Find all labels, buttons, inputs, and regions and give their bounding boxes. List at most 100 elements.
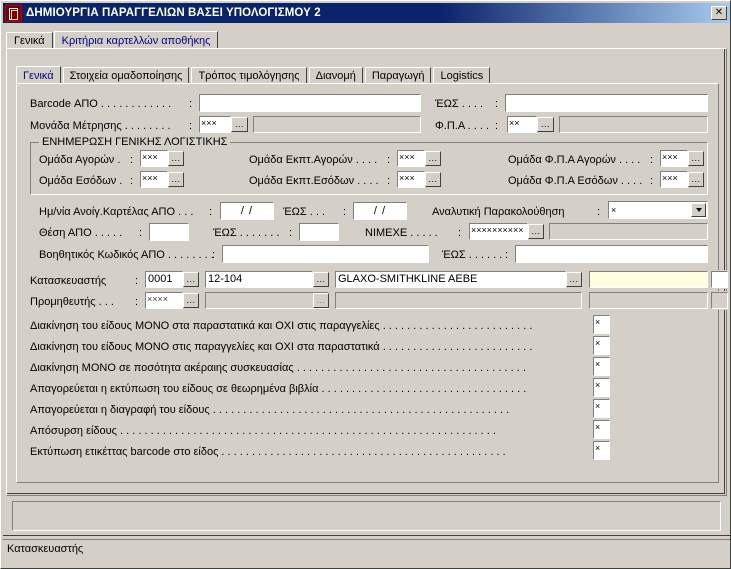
close-icon[interactable]: ✕ (711, 6, 727, 20)
open-date-from-input[interactable]: / / (219, 201, 275, 221)
barcode-to-colon: : (495, 98, 499, 110)
tab-dianomi[interactable]: Διανομή (308, 67, 363, 84)
outer-tab-genika[interactable]: Γενικά (6, 32, 53, 49)
inner-panel: Barcode ΑΠΟ . . . . . . . . . . . . : ΈΩ… (16, 83, 729, 483)
position-to-input[interactable] (298, 222, 340, 242)
manufacturer-code2-browse-button[interactable]: ... (313, 272, 329, 287)
nimexe-browse-button[interactable]: ... (528, 224, 544, 239)
manufacturer-colon: : (135, 275, 139, 287)
app-icon (5, 4, 22, 22)
aux-code-from-input[interactable] (221, 244, 430, 264)
purchase-group-label: Ομάδα Αγορών . (39, 154, 121, 166)
manufacturer-code-input[interactable]: 0001 (144, 270, 184, 289)
vat-code-input[interactable]: ×× (506, 115, 538, 134)
tab-stoixeia-omadopoiisis[interactable]: Στοιχεία ομαδοποίησης (62, 67, 190, 84)
purchase-group-browse-button[interactable]: ... (168, 151, 184, 166)
analytic-tracking-label: Αναλυτική Παρακολούθηση (432, 206, 565, 218)
open-date-to-label: ΈΩΣ . . . (283, 206, 325, 218)
tab-genika[interactable]: Γενικά (16, 66, 61, 84)
purchase-discount-group-input[interactable]: ××× (396, 149, 426, 168)
tab-paragogi[interactable]: Παραγωγή (364, 67, 432, 84)
position-from-label: Θέση ΑΠΟ . . . . . (39, 227, 123, 239)
barcode-to-input[interactable] (504, 93, 709, 113)
open-date-to-input[interactable]: / / (352, 201, 408, 221)
manufacturer-flag-field[interactable] (710, 270, 729, 289)
bottom-panel (12, 501, 721, 531)
supplier-code2-input (204, 291, 330, 310)
flag-input-3[interactable]: × (592, 377, 611, 398)
supplier-code2-browse-button: ... (313, 293, 329, 308)
aux-code-to-input[interactable] (514, 244, 709, 264)
analytic-tracking-value: × (611, 205, 617, 215)
nimexe-description-field (548, 222, 709, 241)
flag-label-1: Διακίνηση του είδους ΜΟΝΟ στις παραγγελί… (30, 341, 533, 353)
income-discount-group-browse-button[interactable]: ... (425, 172, 441, 187)
supplier-code-input[interactable]: ×××× (144, 291, 184, 310)
income-vat-group-browse-button[interactable]: ... (688, 172, 704, 187)
purchase-discount-group-label: Ομάδα Εκπτ.Αγορών . . . . (249, 154, 378, 166)
supplier-extra-field (588, 291, 709, 310)
income-discount-group-input[interactable]: ××× (396, 170, 426, 189)
income-group-input[interactable]: ××× (139, 170, 169, 189)
chevron-down-icon[interactable] (691, 203, 706, 217)
manufacturer-extra-field[interactable] (588, 270, 709, 289)
income-group-label: Ομάδα Εσόδων . (39, 175, 123, 187)
vat-description-field (558, 115, 709, 134)
purchase-discount-group-colon: : (387, 154, 391, 166)
flag-label-4: Απαγορεύεται η διαγραφή του είδους . . .… (30, 404, 510, 416)
aux-code-from-colon: : (212, 249, 216, 261)
flag-input-6[interactable]: × (592, 440, 611, 461)
position-from-input[interactable] (148, 222, 190, 242)
income-vat-group-input[interactable]: ××× (659, 170, 689, 189)
flag-label-3: Απαγορεύεται η εκτύπωση του είδους σε θε… (30, 383, 527, 395)
barcode-from-label: Barcode ΑΠΟ . . . . . . . . . . . . (30, 98, 172, 110)
vat-label: Φ.Π.Α . . . . (435, 120, 490, 132)
vat-browse-button[interactable]: ... (537, 117, 554, 132)
unit-code-input[interactable]: ××× (198, 115, 232, 134)
purchase-group-colon: : (130, 154, 134, 166)
position-to-label: ΈΩΣ . . . . . . . (213, 227, 280, 239)
application-window: ΔΗΜΙΟΥΡΓΙΑ ΠΑΡΑΓΓΕΛΙΩΝ ΒΑΣΕΙ ΥΠΟΛΟΓΙΣΜΟΥ… (0, 0, 731, 569)
flag-input-1[interactable]: × (592, 335, 611, 356)
status-bar: Κατασκευαστής (3, 539, 730, 567)
tab-tropos-timologisis[interactable]: Τρόπος τιμολόγησης (191, 67, 307, 84)
purchase-discount-group-browse-button[interactable]: ... (425, 151, 441, 166)
supplier-name-input (334, 291, 583, 310)
income-group-browse-button[interactable]: ... (168, 172, 184, 187)
flag-input-4[interactable]: × (592, 398, 611, 419)
flag-input-0[interactable]: × (592, 314, 611, 335)
barcode-from-input[interactable] (198, 93, 422, 113)
unit-description-field (252, 115, 422, 134)
purchase-group-input[interactable]: ××× (139, 149, 169, 168)
status-separator (3, 535, 730, 536)
outer-panel: Γενικά Στοιχεία ομαδοποίησης Τρόπος τιμο… (6, 48, 729, 496)
supplier-code-browse-button[interactable]: ... (183, 293, 199, 308)
open-date-to-colon: : (343, 206, 347, 218)
unit-browse-button[interactable]: ... (231, 117, 248, 132)
nimexe-label: NIMEXE . . . . . (365, 227, 438, 239)
purchase-vat-group-browse-button[interactable]: ... (688, 151, 704, 166)
unit-label: Μονάδα Μέτρησης . . . . . . . . (30, 120, 171, 132)
manufacturer-name-browse-button[interactable]: ... (566, 272, 582, 287)
manufacturer-code-browse-button[interactable]: ... (183, 272, 199, 287)
manufacturer-label: Κατασκευαστής (30, 275, 107, 287)
manufacturer-code2-input[interactable]: 12-104 (204, 270, 314, 289)
unit-colon: : (189, 120, 193, 132)
position-from-colon: : (139, 227, 143, 239)
nimexe-input[interactable]: ×××××××××× (468, 222, 529, 241)
inner-tab-bar: Γενικά Στοιχεία ομαδοποίησης Τρόπος τιμο… (16, 66, 716, 84)
aux-code-to-colon: : (505, 249, 509, 261)
tab-logistics[interactable]: Logistics (433, 67, 491, 84)
analytic-tracking-select[interactable]: × (607, 200, 709, 220)
aux-code-to-label: ΈΩΣ . . . . . . (442, 249, 503, 261)
title-bar: ΔΗΜΙΟΥΡΓΙΑ ΠΑΡΑΓΓΕΛΙΩΝ ΒΑΣΕΙ ΥΠΟΛΟΓΙΣΜΟΥ… (3, 3, 730, 23)
flag-input-2[interactable]: × (592, 356, 611, 377)
outer-tab-kritiria[interactable]: Κριτήρια καρτελλών αποθήκης (53, 31, 219, 49)
barcode-to-label: ΈΩΣ . . . . (435, 98, 484, 110)
income-vat-group-label: Ομάδα Φ.Π.Α Εσόδων . . . . (508, 175, 643, 187)
barcode-from-colon: : (189, 98, 193, 110)
purchase-vat-group-input[interactable]: ××× (659, 149, 689, 168)
manufacturer-name-input[interactable]: GLAXO-SMITHKLINE AEBE (334, 270, 567, 289)
flag-label-6: Εκτύπωση ετικέττας barcode στο είδος . .… (30, 446, 506, 458)
flag-input-5[interactable]: × (592, 419, 611, 440)
